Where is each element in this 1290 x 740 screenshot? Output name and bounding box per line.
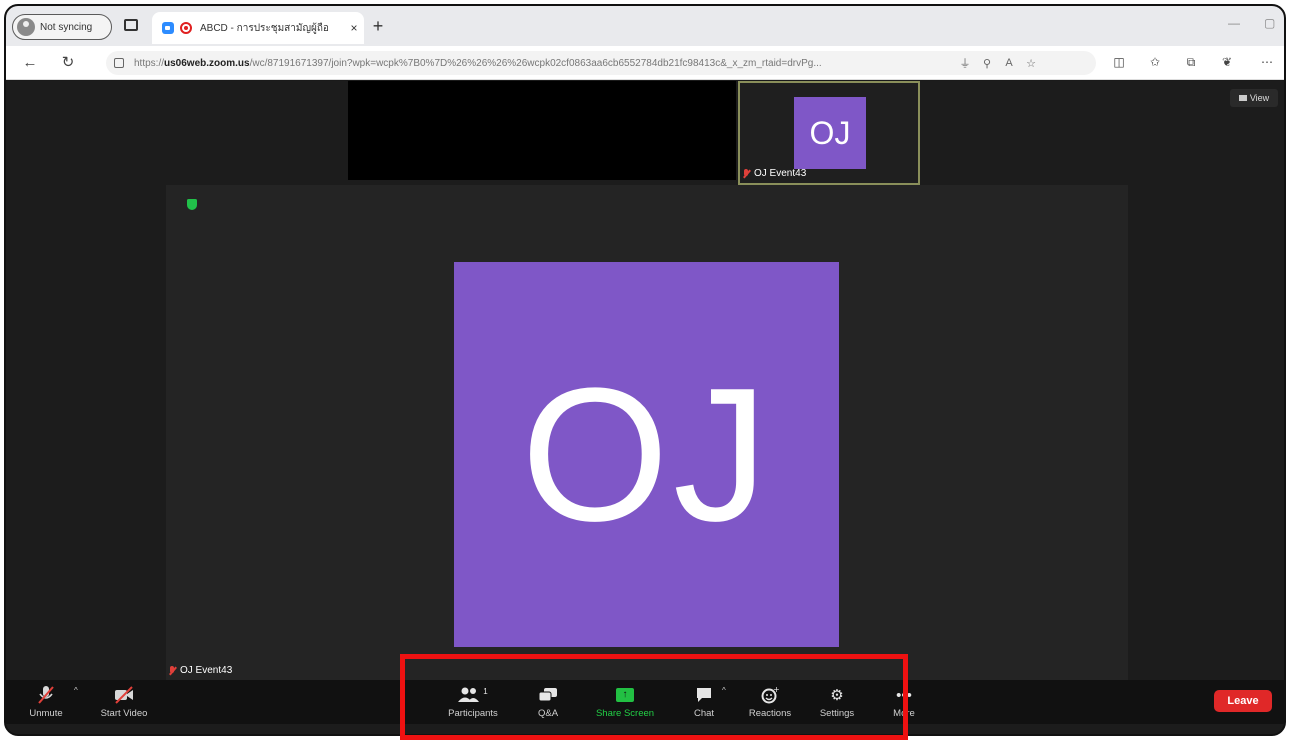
copilot-icon[interactable]: ❦ <box>1218 55 1236 71</box>
read-aloud-icon[interactable]: A <box>998 57 1020 69</box>
shield-icon[interactable] <box>187 199 197 210</box>
mic-icon[interactable]: ⏚ <box>954 55 976 71</box>
leave-button[interactable]: Leave <box>1214 690 1272 712</box>
browser-window: Not syncing ABCD - การประชุมสามัญผู้ถือ … <box>4 4 1286 736</box>
close-tab-button[interactable]: × <box>344 21 364 35</box>
toolbar-highlight-box <box>400 654 908 740</box>
ellipsis-icon[interactable]: ⋯ <box>1258 55 1276 71</box>
tab-title: ABCD - การประชุมสามัญผู้ถือ <box>200 22 329 34</box>
refresh-icon[interactable]: ↻ <box>58 53 78 73</box>
mic-off-icon <box>742 168 750 179</box>
zoom-meeting: OJ OJ Event43 View OJ OJ Event43 Unmute … <box>6 81 1284 734</box>
split-screen-icon[interactable]: ◫ <box>1110 55 1128 71</box>
main-name-tag: OJ Event43 <box>168 665 232 676</box>
tab-zoom-meeting[interactable]: ABCD - การประชุมสามัญผู้ถือ × <box>152 12 364 44</box>
person-icon <box>17 18 35 36</box>
tab-actions-icon[interactable] <box>124 19 138 31</box>
main-video-tile[interactable]: OJ OJ Event43 <box>166 185 1128 680</box>
thumbnail-avatar: OJ <box>794 97 866 169</box>
collections-icon[interactable]: ⧉ <box>1182 55 1200 71</box>
address-bar: ← ↻ https://us06web.zoom.us/wc/871916713… <box>6 46 1284 80</box>
unmute-button[interactable]: Unmute <box>24 682 68 720</box>
view-button[interactable]: View <box>1230 89 1278 107</box>
zoom-icon <box>162 22 174 34</box>
mic-off-icon <box>24 682 68 708</box>
start-video-button[interactable]: Start Video <box>94 682 154 720</box>
restore-icon[interactable]: ▢ <box>1264 16 1275 30</box>
sync-label: Not syncing <box>40 21 93 33</box>
back-icon[interactable]: ← <box>20 53 40 73</box>
audio-options-caret[interactable]: ^ <box>74 686 78 695</box>
mic-off-icon <box>168 665 176 676</box>
star-icon[interactable]: ☆ <box>1020 57 1042 70</box>
record-icon <box>180 22 192 34</box>
favorites-icon[interactable]: ✩ <box>1146 55 1164 71</box>
top-video-strip <box>348 81 736 180</box>
view-grid-icon <box>1238 95 1247 101</box>
participant-thumbnail[interactable]: OJ OJ Event43 <box>738 81 920 185</box>
thumbnail-name-tag: OJ Event43 <box>742 168 806 179</box>
lock-icon <box>114 58 124 68</box>
start-video-label: Start Video <box>100 708 148 719</box>
main-name: OJ Event43 <box>180 665 233 676</box>
sync-button[interactable]: Not syncing <box>12 14 112 40</box>
unmute-label: Unmute <box>29 708 63 719</box>
url-text: https://us06web.zoom.us/wc/87191671397/j… <box>134 57 822 69</box>
main-avatar: OJ <box>454 262 839 647</box>
minimize-icon[interactable]: — <box>1228 16 1240 30</box>
new-tab-button[interactable]: + <box>368 16 388 36</box>
key-icon[interactable]: ⚲ <box>976 57 998 70</box>
video-off-icon <box>94 682 154 708</box>
view-label: View <box>1249 93 1270 103</box>
url-field[interactable]: https://us06web.zoom.us/wc/87191671397/j… <box>106 51 1096 75</box>
thumbnail-name: OJ Event43 <box>754 168 807 179</box>
tab-bar: Not syncing ABCD - การประชุมสามัญผู้ถือ … <box>6 6 1284 46</box>
